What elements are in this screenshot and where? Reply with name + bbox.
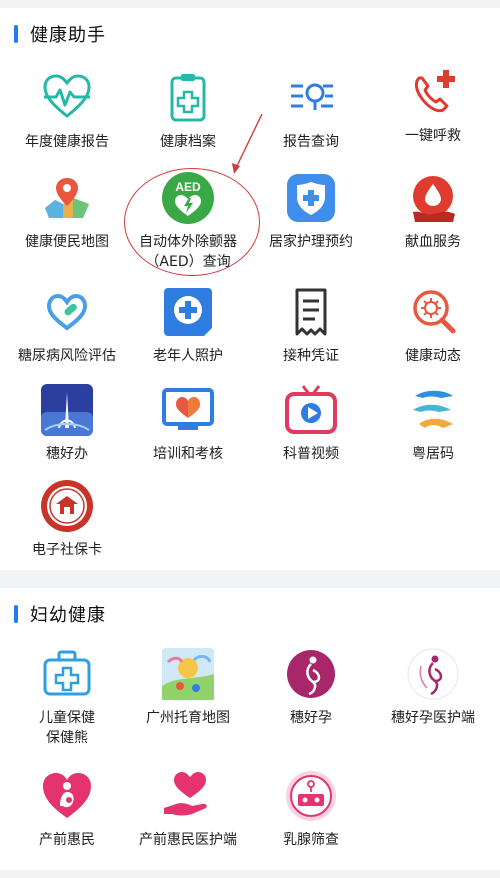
item-label: 产前惠民 [39,832,95,848]
item-prenatal-care[interactable]: 产前惠民 [5,768,129,850]
item-suihaoban[interactable]: 穗好办 [5,382,129,464]
suihaoban-logo-icon [39,382,95,438]
section-header: 健康助手 [14,22,106,46]
maternal-child-health-section: 妇幼健康 儿童保健 保健熊 广州托育地图 穗好孕 穗好孕医护端 产前惠民 产前惠… [0,588,500,870]
item-social-security-card[interactable]: 电子社保卡 [5,478,129,560]
item-label: 自动体外除颤器 [139,234,237,250]
item-label-line2: 保健熊 [46,730,88,746]
item-label: 科普视频 [283,446,339,462]
pregnancy-medical-icon [405,646,461,702]
item-home-care[interactable]: 居家护理预约 [249,170,373,252]
section-accent-bar [14,605,18,623]
yuejuma-logo-icon [405,382,461,438]
item-label: 儿童保健 [39,710,95,726]
item-child-care[interactable]: 儿童保健 保健熊 [5,646,129,748]
item-label: 居家护理预约 [269,234,353,250]
item-label: 报告查询 [283,134,339,150]
item-label: 健康档案 [160,134,216,150]
breast-screening-icon [283,768,339,824]
item-label: 电子社保卡 [32,542,102,558]
item-label: 献血服务 [405,234,461,250]
child-care-kit-icon [39,646,95,702]
item-yuejuma[interactable]: 粤居码 [371,382,495,464]
blood-donation-icon [405,170,461,226]
item-label: 接种凭证 [283,348,339,364]
item-training-exam[interactable]: 培训和考核 [126,382,250,464]
health-record-icon [160,70,216,126]
item-label: 穗好办 [46,446,88,462]
item-pregnancy-medical[interactable]: 穗好孕医护端 [371,646,495,728]
vaccination-certificate-icon [283,284,339,340]
item-breast-screening[interactable]: 乳腺筛查 [249,768,373,850]
social-security-card-icon [39,478,95,534]
section-header: 妇幼健康 [14,602,106,626]
tv-video-icon [283,382,339,438]
item-health-record[interactable]: 健康档案 [126,70,250,152]
section-accent-bar [14,25,18,43]
training-exam-icon [160,382,216,438]
item-aed-query[interactable]: AED 自动体外除颤器 （AED）查询 [126,170,250,272]
prenatal-medical-icon [160,768,216,824]
item-report-query[interactable]: 报告查询 [249,70,373,152]
item-emergency-call[interactable]: 一键呼救 [371,64,495,146]
elderly-care-icon [160,284,216,340]
diabetes-risk-icon [39,284,95,340]
health-news-icon [405,284,461,340]
emergency-call-icon [405,64,461,120]
section-title: 健康助手 [30,25,106,46]
pregnancy-icon [283,646,339,702]
item-label: 产前惠民医护端 [139,832,237,848]
item-label: 健康动态 [405,348,461,364]
nursery-map-icon [160,646,216,702]
item-elderly-care[interactable]: 老年人照护 [126,284,250,366]
item-label: 穗好孕医护端 [391,710,475,726]
item-diabetes-risk[interactable]: 糖尿病风险评估 [5,284,129,366]
item-label: 粤居码 [412,446,454,462]
map-pin-icon [39,170,95,226]
prenatal-care-icon [39,768,95,824]
item-science-video[interactable]: 科普视频 [249,382,373,464]
aed-badge-text: AED [175,180,201,194]
item-vaccination-cert[interactable]: 接种凭证 [249,284,373,366]
aed-icon: AED [160,170,216,226]
item-label-line2: （AED）查询 [145,254,231,270]
health-assistant-section: 健康助手 年度健康报告 健康档案 报告查询 一键呼救 健康便民地图 AED 自动… [0,8,500,570]
item-label: 健康便民地图 [25,234,109,250]
item-label: 广州托育地图 [146,710,230,726]
item-label: 一键呼救 [405,128,461,144]
item-nursery-map[interactable]: 广州托育地图 [126,646,250,728]
item-label: 糖尿病风险评估 [18,348,116,364]
item-prenatal-medical[interactable]: 产前惠民医护端 [126,768,250,850]
home-care-icon [283,170,339,226]
item-label: 培训和考核 [153,446,223,462]
item-blood-donation[interactable]: 献血服务 [371,170,495,252]
heartbeat-icon [39,70,95,126]
section-title: 妇幼健康 [30,605,106,626]
item-label: 乳腺筛查 [283,832,339,848]
item-health-map[interactable]: 健康便民地图 [5,170,129,252]
item-label: 穗好孕 [290,710,332,726]
report-search-icon [283,70,339,126]
item-health-news[interactable]: 健康动态 [371,284,495,366]
item-pregnancy[interactable]: 穗好孕 [249,646,373,728]
item-annual-report[interactable]: 年度健康报告 [5,70,129,152]
item-label: 年度健康报告 [25,134,109,150]
item-label: 老年人照护 [153,348,223,364]
